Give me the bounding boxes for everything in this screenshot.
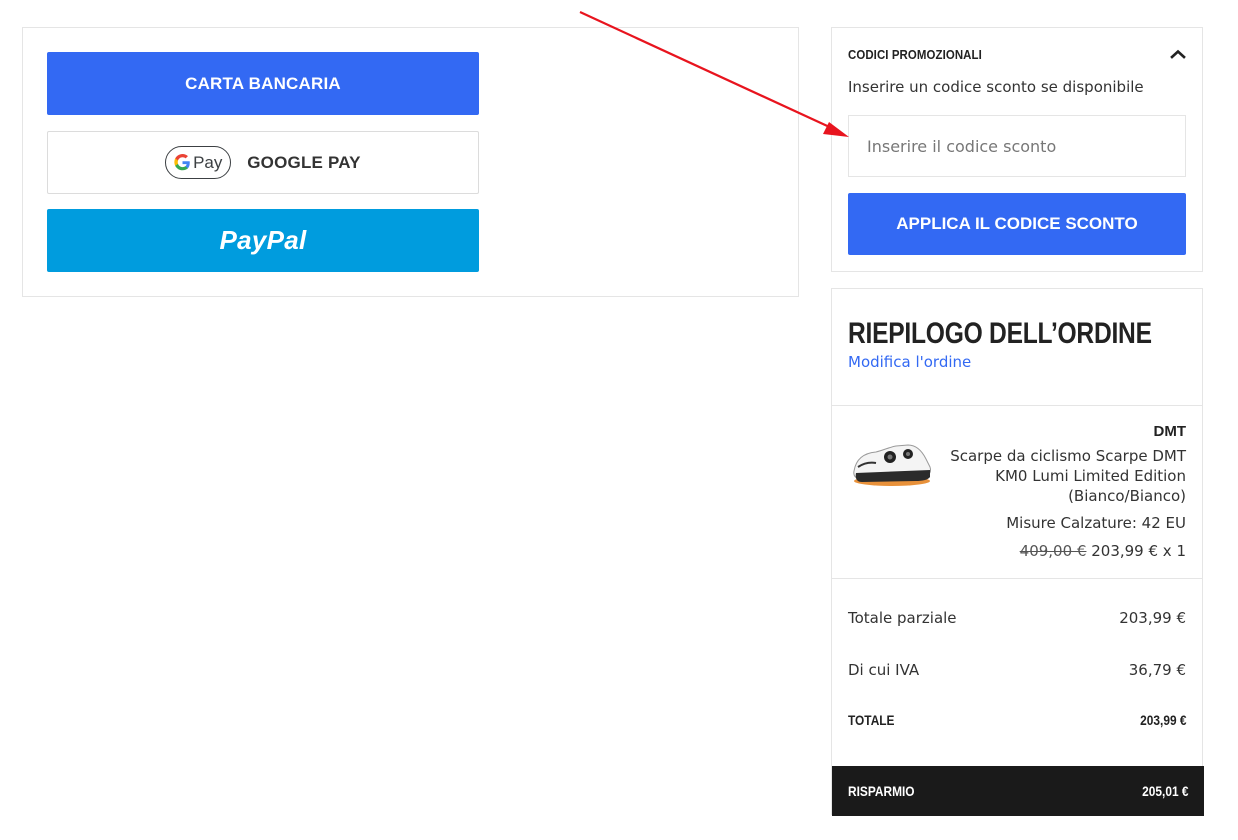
savings-label: RISPARMIO (848, 783, 915, 799)
promo-codes-panel: CODICI PROMOZIONALI Inserire un codice s… (831, 27, 1203, 272)
total-value: 203,99 € (1139, 712, 1186, 728)
paypal-button[interactable]: PayPal (47, 209, 479, 272)
total-label: TOTALE (848, 712, 895, 728)
product-old-price: 409,00 € (1019, 542, 1087, 560)
payment-methods-panel: CARTA BANCARIA Pay GOOGLE PAY PayPal (22, 27, 799, 297)
google-pay-button[interactable]: Pay GOOGLE PAY (47, 131, 479, 194)
vat-label: Di cui IVA (848, 661, 920, 679)
paypal-logo: PayPal (219, 225, 307, 255)
google-pay-pay-word: Pay (193, 152, 223, 172)
promo-codes-title: CODICI PROMOZIONALI (848, 46, 982, 62)
product-image (853, 444, 931, 486)
google-g-icon (174, 154, 190, 171)
divider (832, 405, 1202, 406)
edit-order-link[interactable]: Modifica l'ordine (848, 353, 971, 371)
google-pay-label: GOOGLE PAY (247, 152, 361, 172)
apply-promo-code-button[interactable]: APPLICA IL CODICE SCONTO (848, 193, 1186, 255)
promo-code-input[interactable] (848, 115, 1186, 177)
product-name: Scarpe da ciclismo Scarpe DMT KM0 Lumi L… (950, 447, 1186, 505)
promo-codes-subtitle: Inserire un codice sconto se disponibile (848, 78, 1144, 96)
google-pay-logo: Pay (165, 146, 232, 179)
product-current-price: 203,99 € x 1 (1091, 542, 1186, 560)
savings-bar: RISPARMIO 205,01 € (832, 766, 1204, 816)
credit-card-button[interactable]: CARTA BANCARIA (47, 52, 479, 115)
savings-value: 205,01 € (1141, 783, 1188, 799)
product-price: 409,00 € 203,99 € x 1 (1020, 542, 1186, 560)
order-summary-panel: RIEPILOGO DELL’ORDINE Modifica l'ordine … (831, 288, 1204, 816)
subtotal-label: Totale parziale (848, 609, 957, 627)
product-size: Misure Calzature: 42 EU (1006, 514, 1186, 532)
promo-codes-toggle[interactable]: CODICI PROMOZIONALI (848, 43, 1186, 65)
total-row: TOTALE 203,99 € (848, 712, 1186, 728)
product-brand: DMT (1153, 423, 1187, 440)
subtotal-value: 203,99 € (1119, 609, 1186, 627)
vat-value: 36,79 € (1128, 661, 1186, 679)
order-summary-title: RIEPILOGO DELL’ORDINE (848, 317, 1152, 350)
divider (832, 578, 1202, 579)
vat-row: Di cui IVA 36,79 € (848, 661, 1186, 679)
subtotal-row: Totale parziale 203,99 € (848, 609, 1186, 627)
chevron-up-icon (1170, 49, 1186, 59)
